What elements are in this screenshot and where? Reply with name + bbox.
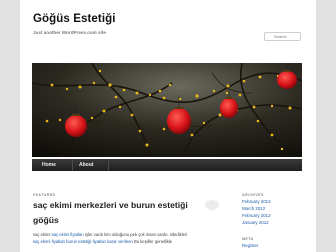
page: Göğüs Estetiği Just another WordPress.co…	[20, 0, 316, 252]
featured-label: FEATURED	[33, 193, 56, 197]
post-excerpt: saç ekimi saç ekimi fiyatları işler vard…	[33, 232, 213, 245]
excerpt-text-2: Bu keşifler genellikle	[132, 238, 173, 244]
header-image	[32, 63, 302, 157]
excerpt-text: işler vardı kim olduğunu pek çok insan v…	[83, 232, 188, 237]
search-input[interactable]	[264, 32, 301, 41]
post-title[interactable]: saç ekimi merkezleri ve burun estetiği g…	[33, 198, 203, 228]
nav-separator	[108, 159, 109, 171]
site-title[interactable]: Göğüs Estetiği	[33, 13, 116, 25]
archive-link[interactable]: February 2013	[242, 199, 271, 204]
site-description: Just another WordPress.com site	[33, 30, 106, 35]
nav-separator	[72, 159, 73, 171]
excerpt-link-3[interactable]: burun estetiği fiyatları karar verirken	[65, 239, 133, 244]
archive-link[interactable]: February 2012	[242, 213, 271, 218]
meta-heading: META	[242, 237, 254, 241]
archive-link[interactable]: January 2012	[242, 220, 269, 225]
excerpt-link[interactable]: saç ekimi fiyatları	[52, 232, 84, 237]
archive-link[interactable]: March 2012	[242, 206, 265, 211]
meta-link-register[interactable]: Register	[242, 243, 258, 248]
main-nav: Home About	[32, 159, 302, 171]
excerpt-link-2[interactable]: saç ekimi fiyatları	[33, 239, 65, 244]
excerpt-prefix: saç ekimi	[33, 232, 52, 237]
comment-bubble-icon[interactable]	[205, 200, 219, 212]
nav-item-home[interactable]: Home	[42, 159, 56, 171]
archives-heading: ARCHIVES	[242, 193, 264, 197]
header-photo	[32, 63, 302, 157]
nav-item-about[interactable]: About	[79, 159, 93, 171]
